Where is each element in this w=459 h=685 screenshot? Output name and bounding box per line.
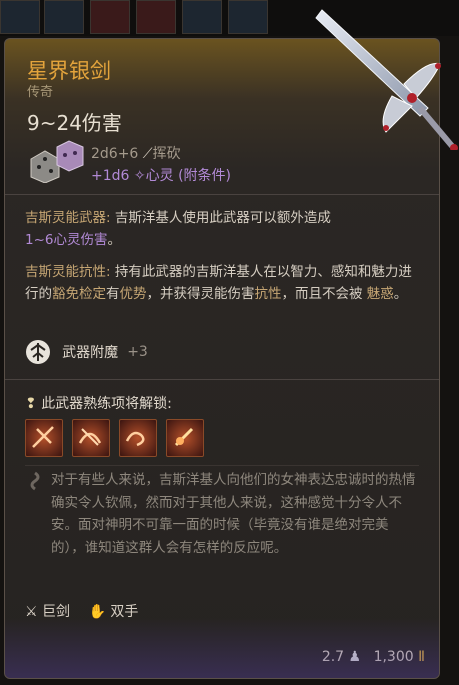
enchant-icon bbox=[26, 340, 50, 364]
resistance-link[interactable]: 抗性 bbox=[255, 286, 282, 302]
damage-dice: 2d6+6 bbox=[91, 146, 139, 162]
weight-value: 2.7 bbox=[321, 649, 345, 665]
weapon-properties: ⚔ 巨剑 ✋ 双手 bbox=[25, 601, 138, 621]
unlock-icon: ❢ bbox=[25, 396, 37, 412]
damage-range: 9~24伤害 bbox=[27, 111, 122, 135]
psychic-icon: ✧ bbox=[133, 168, 146, 184]
slash-icon: ⟋ bbox=[142, 146, 153, 162]
weight-icon: ♟ bbox=[348, 649, 362, 665]
enchant-label: 武器附魔 bbox=[62, 345, 119, 361]
price-value: 1,300 bbox=[373, 649, 414, 665]
enchant-value: +3 bbox=[127, 344, 148, 360]
ability-psionic-resistance: 吉斯灵能抗性: 持有此武器的吉斯洋基人在以智力、感知和魅力进行的豁免检定有优势，… bbox=[25, 264, 412, 302]
inventory-slot[interactable] bbox=[90, 0, 130, 34]
ability-name[interactable]: 吉斯灵能武器: bbox=[25, 210, 111, 226]
ability-name[interactable]: 吉斯灵能抗性: bbox=[25, 264, 111, 280]
unlock-label: 此武器熟练项将解锁: bbox=[41, 396, 172, 412]
inventory-slot[interactable] bbox=[182, 0, 222, 34]
weapon-enchantment[interactable]: 武器附魔 +3 bbox=[25, 339, 148, 365]
inventory-slot[interactable] bbox=[136, 0, 176, 34]
proficiency-unlock-header: ❢ 此武器熟练项将解锁: bbox=[25, 393, 172, 413]
psychic-damage[interactable]: 1~6心灵伤害 bbox=[25, 232, 108, 248]
bonus-dice: +1d6 bbox=[91, 168, 130, 184]
two-handed-icon: ✋ bbox=[88, 604, 106, 620]
inventory-slot[interactable] bbox=[0, 0, 40, 34]
action-icon[interactable] bbox=[72, 419, 111, 457]
property-greatsword[interactable]: 巨剑 bbox=[42, 604, 70, 620]
ability-psionic-weapon: 吉斯灵能武器: 吉斯洋基人使用此武器可以额外造成 1~6心灵伤害。 bbox=[25, 210, 331, 248]
charmed-link[interactable]: 魅惑 bbox=[367, 286, 394, 302]
lore-text: 对于有些人来说，吉斯洋基人向他们的女神表达忠诚时的热情确实令人钦佩，然而对于其他… bbox=[51, 472, 416, 556]
bonus-dice-line: +1d6 ✧心灵 (附条件) bbox=[91, 165, 231, 185]
action-icon[interactable] bbox=[166, 419, 205, 457]
divider bbox=[5, 379, 439, 380]
action-icon[interactable] bbox=[119, 419, 158, 457]
divider bbox=[5, 194, 439, 195]
dice-icon bbox=[30, 140, 84, 183]
advantage-link[interactable]: 优势 bbox=[120, 286, 147, 302]
bonus-type: 心灵 (附条件) bbox=[145, 168, 231, 184]
property-two-handed[interactable]: 双手 bbox=[110, 604, 138, 620]
item-value-weight: 2.7 ♟ 1,300 Ⅱ bbox=[322, 649, 425, 665]
damage-dice-line: 2d6+6 ⟋挥砍 bbox=[91, 143, 181, 163]
lore-icon bbox=[30, 471, 40, 491]
inventory-slot[interactable] bbox=[228, 0, 268, 34]
action-icon[interactable] bbox=[25, 419, 63, 457]
damage-type: 挥砍 bbox=[152, 146, 181, 162]
unlockable-actions bbox=[25, 419, 208, 459]
saving-throw-link[interactable]: 豁免检定 bbox=[52, 286, 106, 302]
item-rarity: 传奇 bbox=[27, 85, 54, 100]
gold-icon: Ⅱ bbox=[418, 649, 425, 665]
sword-image bbox=[315, 9, 458, 150]
inventory-slot[interactable] bbox=[44, 0, 84, 34]
divider bbox=[25, 465, 419, 466]
greatsword-icon: ⚔ bbox=[25, 604, 38, 620]
